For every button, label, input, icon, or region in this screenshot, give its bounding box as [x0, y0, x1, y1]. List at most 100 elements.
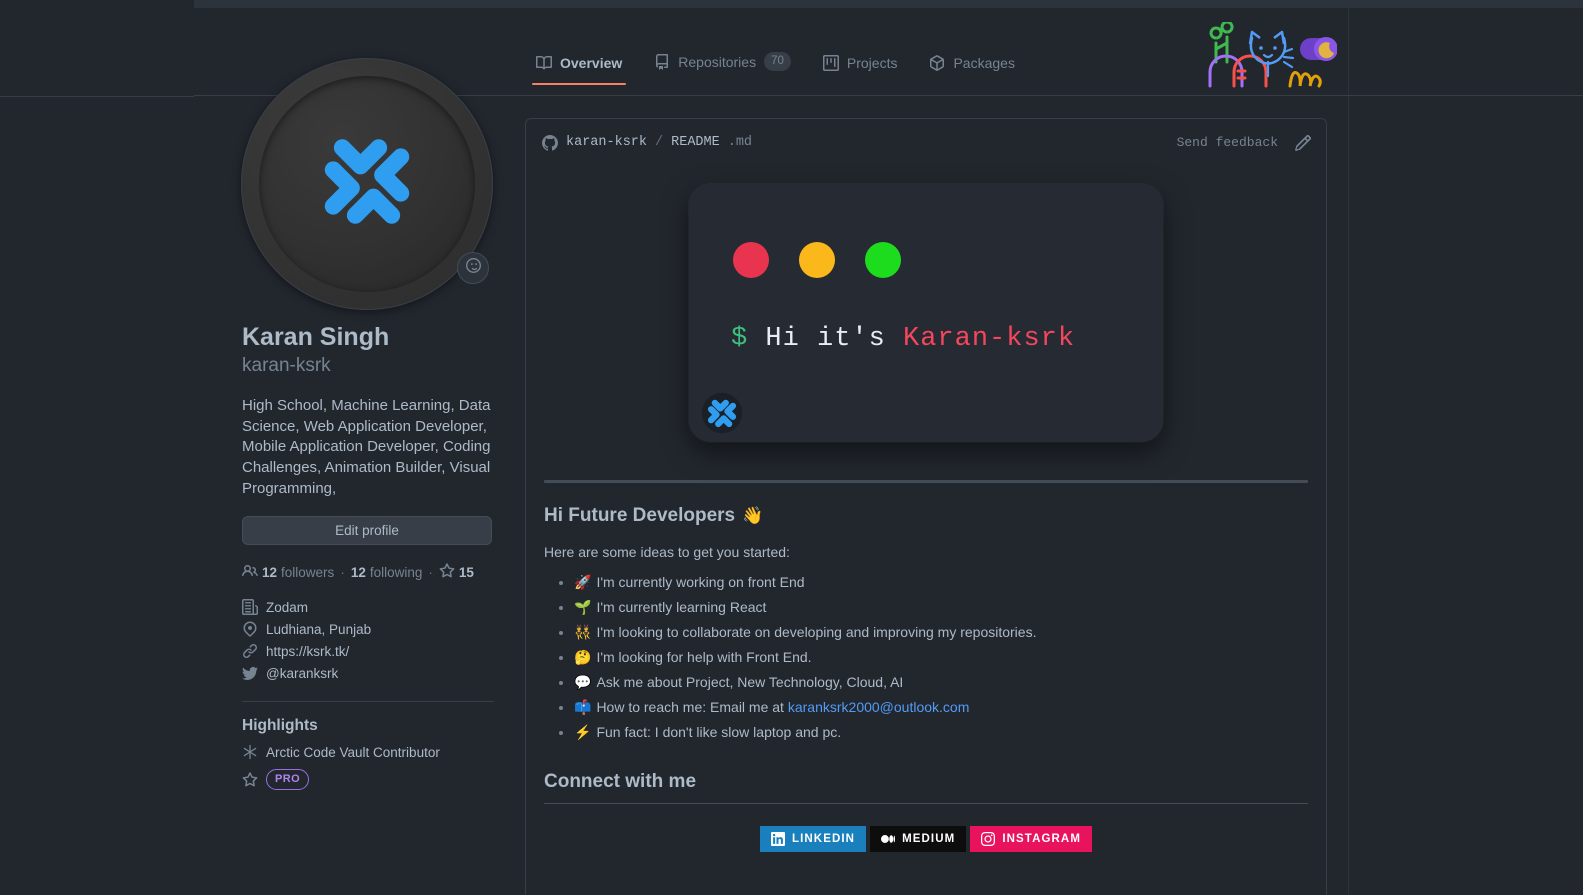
stars-link[interactable]: 15 — [439, 563, 474, 582]
profile-website: https://ksrk.tk/ — [242, 643, 494, 659]
readme-heading: Hi Future Developers 👋 — [544, 505, 1308, 527]
readme-filename: README — [671, 135, 720, 150]
pencil-icon[interactable] — [1294, 134, 1312, 152]
zap-emoji: ⚡ — [574, 724, 592, 740]
set-status-button[interactable] — [457, 252, 489, 284]
list-item: 🌱I'm currently learning React — [574, 597, 1308, 619]
location-text: Ludhiana, Punjab — [266, 621, 372, 637]
readme-card: karan-ksrk / README .md Send feedback $ … — [525, 118, 1327, 895]
profile-full-name: Karan Singh — [242, 323, 390, 351]
medium-badge[interactable]: MEDIUM — [870, 825, 967, 852]
stats-separator-1: · — [340, 565, 345, 581]
dancers-emoji: 👯 — [574, 624, 592, 640]
sidebar-divider — [242, 701, 494, 703]
followers-link[interactable]: 12 followers — [242, 563, 334, 582]
website-link[interactable]: https://ksrk.tk/ — [266, 644, 349, 659]
tab-projects-label: Projects — [846, 55, 898, 71]
page-header-strip — [0, 0, 1583, 8]
close-dot — [733, 242, 769, 278]
linkedin-badge[interactable]: LINKEDIN — [759, 825, 867, 852]
profile-details-list: Zodam Ludhiana, Punjab https://ksrk.tk/ … — [242, 599, 494, 681]
rocket-emoji: 🚀 — [574, 574, 592, 590]
social-badges: LINKEDIN MEDIUM INSTAGRAM — [544, 825, 1308, 852]
highlight-pro: PRO — [242, 769, 494, 791]
tab-repositories-label: Repositories — [678, 53, 757, 70]
highlight-arctic-vault[interactable]: Arctic Code Vault Contributor — [242, 744, 494, 760]
twitter-link[interactable]: @karanksrk — [266, 666, 338, 681]
bullet-text: I'm currently learning React — [596, 599, 767, 615]
list-item: ⚡Fun fact: I don't like slow laptop and … — [574, 722, 1308, 744]
list-item: 🚀I'm currently working on front End — [574, 572, 1308, 594]
readme-extension: .md — [727, 135, 753, 150]
right-rail-divider — [1348, 8, 1349, 895]
readme-heading-text: Hi Future Developers — [544, 505, 736, 526]
sparkle-badge-icon — [701, 392, 743, 434]
organization-text: Zodam — [266, 599, 309, 615]
terminal-prompt: $ — [731, 324, 749, 354]
medium-label: MEDIUM — [902, 832, 956, 845]
email-link[interactable]: karanksrk2000@outlook.com — [788, 699, 970, 715]
list-item: 🤔I'm looking for help with Front End. — [574, 647, 1308, 669]
octocat-icon — [542, 134, 558, 151]
readme-slash: / — [655, 135, 664, 150]
avatar[interactable] — [241, 58, 493, 310]
list-item: 📫How to reach me: Email me at karanksrk2… — [574, 697, 1308, 719]
tab-overview[interactable]: Overview — [520, 47, 638, 85]
thinking-emoji: 🤔 — [574, 649, 592, 665]
terminal-graphic: $ Hi it's Karan-ksrk — [689, 184, 1163, 442]
terminal-command-line: $ Hi it's Karan-ksrk — [731, 324, 1075, 354]
people-icon — [242, 563, 258, 582]
arctic-vault-icon — [242, 744, 258, 760]
left-rail — [0, 0, 194, 895]
bullet-text: Ask me about Project, New Technology, Cl… — [596, 674, 904, 690]
edit-profile-button[interactable]: Edit profile — [242, 516, 492, 546]
profile-nav-tabs: Overview Repositories 70 Projects Packag… — [520, 44, 1031, 85]
linkedin-label: LINKEDIN — [791, 832, 856, 845]
profile-bio: High School, Machine Learning, Data Scie… — [242, 397, 491, 497]
stars-count: 15 — [458, 565, 474, 581]
profile-stats: 12 followers · 12 following · 15 — [242, 563, 494, 582]
book-icon — [536, 55, 553, 71]
followers-label: followers — [281, 565, 335, 581]
rail-divider — [0, 96, 194, 97]
instagram-label: INSTAGRAM — [1002, 832, 1082, 845]
followers-count: 12 — [262, 565, 278, 581]
following-label: following — [369, 565, 423, 581]
avatar-logo-icon — [302, 117, 432, 252]
repositories-count: 70 — [764, 52, 791, 71]
bullet-text: I'm looking for help with Front End. — [596, 649, 812, 665]
send-feedback-link[interactable]: Send feedback — [1177, 135, 1278, 150]
readme-breadcrumb: karan-ksrk / README .md — [542, 134, 753, 151]
organization-icon — [242, 599, 258, 616]
tab-packages[interactable]: Packages — [913, 47, 1030, 85]
connect-divider — [544, 802, 1308, 804]
github-profile-page: Overview Repositories 70 Projects Packag… — [0, 0, 1583, 895]
star-outline-icon — [242, 771, 258, 788]
bullet-text: Fun fact: I don't like slow laptop and p… — [596, 724, 842, 740]
seedling-emoji: 🌱 — [574, 599, 592, 615]
profile-organization: Zodam — [242, 599, 494, 616]
readme-intro: Here are some ideas to get you started: — [544, 544, 790, 560]
repo-icon — [654, 53, 670, 70]
terminal-graphic-wrap: $ Hi it's Karan-ksrk — [544, 166, 1308, 452]
readme-body: $ Hi it's Karan-ksrk Hi Future Developer… — [526, 166, 1326, 872]
terminal-highlight: Karan-ksrk — [903, 324, 1076, 354]
profile-twitter: @karanksrk — [242, 665, 494, 681]
speech-balloon-emoji: 💬 — [574, 674, 592, 690]
readme-header-actions: Send feedback — [1177, 134, 1312, 152]
readme-owner[interactable]: karan-ksrk — [566, 135, 647, 150]
pro-badge: PRO — [266, 769, 310, 791]
profile-login: karan-ksrk — [242, 355, 331, 377]
bullet-text: How to reach me: Email me at — [596, 699, 788, 715]
following-count: 12 — [350, 565, 366, 581]
readme-divider-top — [544, 480, 1308, 483]
link-icon — [242, 643, 258, 659]
tab-projects[interactable]: Projects — [807, 47, 914, 85]
minimize-dot — [799, 242, 835, 278]
tab-repositories[interactable]: Repositories 70 — [638, 44, 807, 85]
wave-emoji: 👋 — [742, 506, 764, 525]
list-item: 💬Ask me about Project, New Technology, C… — [574, 672, 1308, 694]
instagram-badge[interactable]: INSTAGRAM — [970, 825, 1093, 852]
following-link[interactable]: 12 following — [351, 565, 423, 580]
terminal-text: Hi it's — [765, 324, 886, 354]
